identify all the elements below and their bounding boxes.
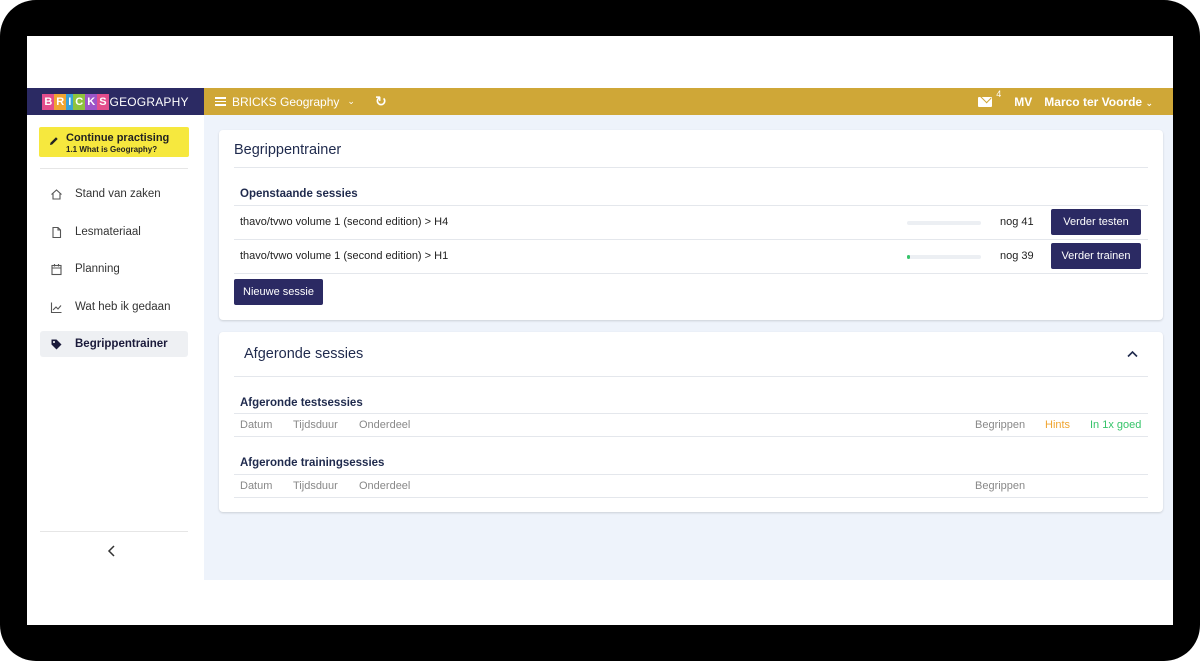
- column-header: Tijdsduur: [293, 480, 338, 492]
- continue-subtitle: 1.1 What is Geography?: [66, 145, 158, 154]
- logo-letter: B: [42, 93, 55, 110]
- logo-letter: S: [97, 93, 109, 110]
- continue-test-button[interactable]: Verder testen: [1051, 209, 1141, 235]
- document-icon: [52, 226, 62, 238]
- session-row: thavo/tvwo volume 1 (second edition) > H…: [240, 250, 448, 262]
- divider: [234, 413, 1148, 414]
- course-selector[interactable]: BRICKS Geography ⌄ ↻: [215, 88, 387, 115]
- column-header: Hints: [1045, 419, 1071, 431]
- brand-suffix: GEOGRAPHY: [109, 94, 189, 109]
- test-sessions-heading: Afgeronde testsessies: [240, 397, 363, 409]
- divider: [234, 474, 1148, 475]
- user-initials: MV: [1014, 94, 1033, 109]
- training-sessions-heading: Afgeronde trainingsessies: [240, 457, 385, 469]
- logo-letter: K: [85, 93, 98, 110]
- sidebar-item-wat-heb-ik-gedaan[interactable]: Wat heb ik gedaan: [40, 294, 188, 320]
- column-header: Onderdeel: [359, 480, 411, 492]
- continue-training-button[interactable]: Verder trainen: [1051, 243, 1141, 269]
- continue-practising-button[interactable]: Continue practising 1.1 What is Geograph…: [39, 127, 189, 157]
- sidebar-item-lesmateriaal[interactable]: Lesmateriaal: [40, 219, 188, 245]
- menu-icon: [215, 97, 226, 106]
- column-header: Begrippen: [975, 419, 1026, 431]
- user-menu[interactable]: Marco ter Voorde ⌄: [1044, 95, 1153, 109]
- logo-letter: I: [66, 93, 74, 110]
- chevron-left-icon[interactable]: [107, 545, 117, 557]
- brand-logo[interactable]: B R I C K S GEOGRAPHY: [27, 88, 204, 115]
- sidebar-item-label: Wat heb ik gedaan: [75, 301, 171, 313]
- top-blank-area: [27, 36, 1173, 88]
- sidebar: Continue practising 1.1 What is Geograph…: [27, 115, 204, 580]
- chevron-down-icon: ⌄: [347, 96, 355, 106]
- session-progress-bar: [907, 221, 981, 225]
- progress-fill: [907, 255, 910, 259]
- divider: [234, 273, 1148, 274]
- divider: [234, 376, 1148, 377]
- mail-count-badge: 4: [996, 88, 1002, 99]
- session-row: thavo/tvwo volume 1 (second edition) > H…: [240, 216, 448, 228]
- bricks-logo: B R I C K S: [42, 93, 109, 110]
- sidebar-item-label: Begrippentrainer: [75, 338, 168, 350]
- home-icon: [51, 188, 62, 200]
- column-header: In 1x goed: [1090, 419, 1142, 431]
- divider: [234, 205, 1148, 206]
- tag-icon: [51, 339, 62, 349]
- chart-line-icon: [50, 302, 62, 313]
- new-session-button[interactable]: Nieuwe sessie: [234, 279, 323, 305]
- continue-title: Continue practising: [66, 132, 170, 144]
- device-frame: B R I C K S GEOGRAPHY BRICKS Geography ⌄…: [0, 0, 1200, 661]
- sidebar-divider: [40, 531, 188, 532]
- page-title: Begrippentrainer: [234, 142, 342, 158]
- column-header: Datum: [240, 419, 273, 431]
- refresh-icon[interactable]: ↻: [375, 93, 387, 110]
- user-area: 4 MV Marco ter Voorde ⌄: [978, 88, 1153, 115]
- top-bar: BRICKS Geography ⌄ ↻ 4 MV Marco ter Voor…: [204, 88, 1173, 115]
- finished-title: Afgeronde sessies: [244, 346, 364, 362]
- divider: [234, 436, 1148, 437]
- course-name: BRICKS Geography: [232, 94, 340, 109]
- remaining-count: nog 41: [1000, 216, 1034, 228]
- app-screen: B R I C K S GEOGRAPHY BRICKS Geography ⌄…: [27, 36, 1173, 625]
- column-header: Tijdsduur: [293, 419, 338, 431]
- sidebar-item-label: Stand van zaken: [75, 188, 161, 200]
- session-path: thavo/tvwo volume 1 (second edition) >: [240, 216, 435, 228]
- trainer-card: Begrippentrainer Openstaande sessies tha…: [219, 130, 1163, 320]
- session-chapter: H1: [434, 250, 449, 262]
- chevron-down-icon: ⌄: [1145, 97, 1153, 108]
- column-header: Begrippen: [975, 480, 1026, 492]
- open-sessions-heading: Openstaande sessies: [240, 188, 358, 200]
- divider: [234, 239, 1148, 240]
- sidebar-item-planning[interactable]: Planning: [40, 256, 188, 282]
- session-chapter: H4: [434, 216, 449, 228]
- sidebar-item-label: Lesmateriaal: [75, 226, 141, 238]
- session-path: thavo/tvwo volume 1 (second edition) >: [240, 250, 435, 262]
- pencil-icon: [50, 137, 58, 145]
- divider: [234, 167, 1148, 168]
- sidebar-item-stand-van-zaken[interactable]: Stand van zaken: [40, 181, 188, 207]
- mail-icon[interactable]: 4: [978, 89, 1001, 107]
- logo-letter: R: [54, 93, 67, 110]
- user-name: Marco ter Voorde: [1044, 94, 1143, 109]
- divider: [234, 497, 1148, 498]
- chevron-up-icon[interactable]: [1127, 350, 1138, 358]
- main-content: Begrippentrainer Openstaande sessies tha…: [204, 115, 1173, 580]
- column-header: Datum: [240, 480, 273, 492]
- remaining-count: nog 39: [1000, 250, 1034, 262]
- sidebar-divider: [40, 168, 188, 169]
- sidebar-item-label: Planning: [75, 263, 120, 275]
- session-progress-bar: [907, 255, 981, 259]
- calendar-icon: [51, 263, 62, 275]
- logo-letter: C: [73, 93, 86, 110]
- sidebar-item-begrippentrainer[interactable]: Begrippentrainer: [40, 331, 188, 357]
- column-header: Onderdeel: [359, 419, 411, 431]
- finished-sessions-card: Afgeronde sessies Afgeronde testsessies …: [219, 332, 1163, 512]
